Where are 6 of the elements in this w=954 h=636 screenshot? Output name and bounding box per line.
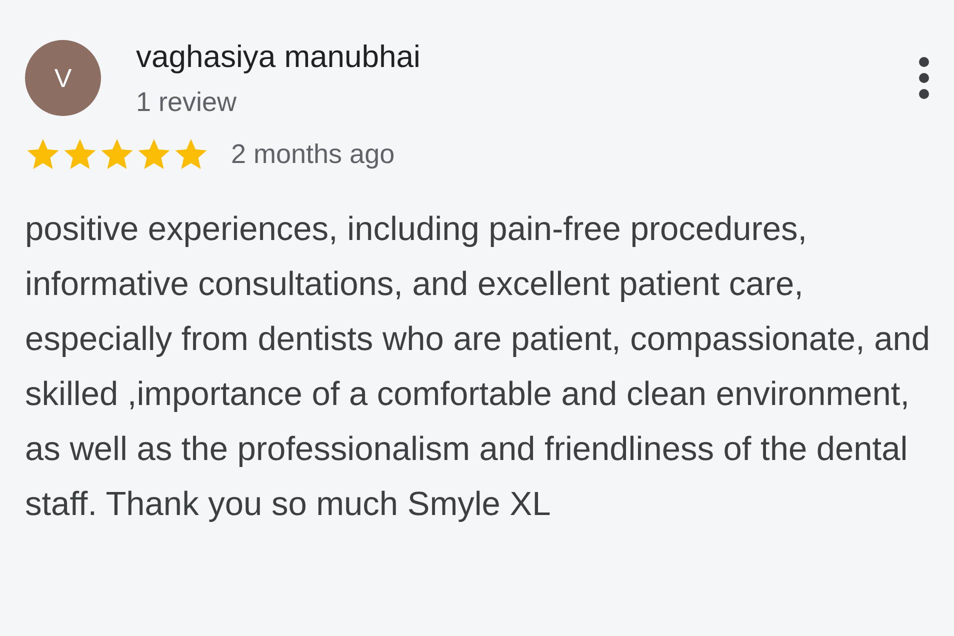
more-options-icon [918,56,930,100]
review-time: 2 months ago [231,138,395,170]
author-name: vaghasiya manubhai [136,38,422,76]
avatar[interactable]: V [25,40,101,116]
review-count: 1 review [136,86,237,119]
review-text: positive experiences, including pain-free procedures, informative consultations, and excellent patient care, especially from dentists who are patient, compassionate, and skilled ,importance of a comfortable and clean environment, as well as the professionalism and friendliness of the dental staff. Thank you so much Smyle XL [25,210,930,525]
